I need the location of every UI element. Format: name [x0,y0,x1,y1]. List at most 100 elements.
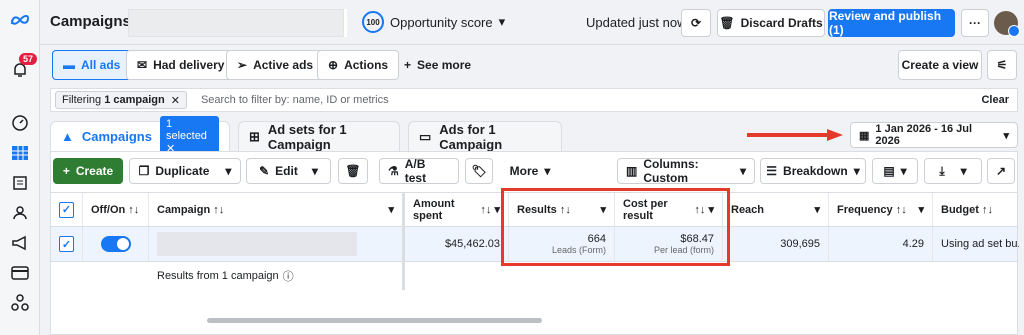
opportunity-score-dropdown[interactable]: 100 Opportunity score ▾ [362,11,505,33]
sort-icon: ↑↓ [981,203,993,216]
tab-ads[interactable]: ▭ Ads for 1 Campaign [408,121,562,152]
envelope-icon: ✉ [137,58,148,72]
delete-button[interactable]: 🗑 [338,158,368,184]
billing-card-icon[interactable] [10,263,30,283]
ellipsis-icon: ··· [969,16,981,30]
discard-drafts-button[interactable]: 🗑 Discard Drafts [717,9,825,37]
divider [344,9,347,37]
highlight-box [501,188,730,266]
chart-button[interactable]: ↗ [987,158,1015,184]
left-navigation: 57 [0,0,40,335]
caret-down-icon: ▾ [388,204,394,216]
refresh-button[interactable]: ⟳ [681,9,711,37]
settings-sliders-button[interactable]: ⚟ [987,50,1017,80]
close-icon[interactable]: ✕ [171,94,180,107]
pencil-icon: ✎ [259,164,270,178]
header-reach[interactable]: Reach ▾ [723,193,829,226]
had-delivery-view[interactable]: ✉ Had delivery [126,50,236,80]
active-ads-view[interactable]: ➢ Active ads [226,50,325,80]
more-options-button[interactable]: ··· [961,9,989,37]
actions-icon: ⊕ [328,58,339,72]
all-ads-view[interactable]: ▬ All ads [52,50,132,80]
calendar-icon: ▦ [859,129,870,142]
see-more-button[interactable]: + See more [394,50,481,80]
clear-button[interactable]: Clear [981,94,1009,106]
horizontal-scrollbar[interactable] [207,318,542,323]
header-budget[interactable]: Budget ↑↓ [933,193,1019,226]
date-range-label: 1 Jan 2026 - 16 Jul 2026 [875,123,973,147]
filter-chip[interactable]: Filtering 1 campaign ✕ [55,91,187,109]
info-icon[interactable]: ⓘ [283,268,294,284]
sort-icon: ↑↓ ▾ [480,204,500,216]
export-button[interactable]: ⤓ ▾ [924,158,982,184]
tab-adsets[interactable]: ⊞ Ad sets for 1 Campaign [238,121,400,152]
edit-button[interactable]: ✎ Edit ▾ [246,158,331,184]
date-range-picker[interactable]: ▦ 1 Jan 2026 - 16 Jul 2026 ▾ [850,122,1018,148]
columns-icon: ▥ [626,164,638,178]
row-checkbox[interactable]: ✓ [59,236,74,252]
tab-adsets-label: Ad sets for 1 Campaign [267,121,347,152]
plus-icon: + [62,164,70,178]
search-input[interactable]: Search to filter by: name, ID or metrics [201,94,982,106]
caret-down-icon: ▾ [900,164,907,178]
audiences-icon[interactable] [10,203,30,223]
header-amount-spent[interactable]: Amount spent ↑↓ ▾ [405,193,509,226]
caret-down-icon: ▾ [918,204,924,216]
tab-campaigns[interactable]: ▲ Campaigns 1 selected ✕ [50,116,230,157]
caret-down-icon: ▾ [498,14,506,29]
row-reach: 309,695 [723,227,829,261]
tag-button[interactable]: 🏷 [465,158,493,184]
create-button[interactable]: + Create [53,158,123,184]
top-bar: Campaigns 100 Opportunity score ▾ Update… [40,0,1024,45]
caret-down-icon: ▾ [544,164,551,178]
create-view-button[interactable]: Create a view [898,50,982,80]
refresh-icon: ⟳ [690,16,702,30]
account-selector[interactable] [128,9,344,37]
row-amount-spent: $45,462.03 [405,227,509,261]
meta-logo-icon[interactable] [10,10,30,30]
row-select-cell: ✓ [51,227,83,261]
edit-label: Edit [275,164,298,178]
trash-icon: 🗑 [345,164,361,178]
campaign-toggle[interactable] [100,236,131,252]
more-button[interactable]: More ▾ [500,158,560,184]
duplicate-button[interactable]: ❐ Duplicate ▾ [129,158,241,184]
opportunity-score-label: Opportunity score [390,14,493,30]
caret-down-icon: ▾ [853,164,860,178]
header-frequency[interactable]: Frequency ↑↓ ▾ [829,193,933,226]
header-campaign[interactable]: Campaign ↑↓ ▾ [149,193,405,226]
review-publish-button[interactable]: Review and publish (1) [828,9,955,37]
actions-label: Actions [344,58,389,72]
notification-count-badge: 57 [19,53,38,65]
columns-button[interactable]: ▥ Columns: Custom ▾ [617,157,755,185]
table-grid-icon[interactable] [10,143,30,163]
tab-campaigns-label: Campaigns [81,129,152,144]
duplicate-icon: ❐ [138,164,150,178]
header-offon[interactable]: Off/On ↑↓ [83,193,149,226]
filter-bar: Filtering 1 campaign ✕ Search to filter … [50,88,1018,112]
business-tools-icon[interactable] [10,293,30,313]
download-icon: ⤓ [939,163,945,178]
sliders-icon: ⚟ [996,58,1008,72]
active-ads-label: Active ads [253,58,314,72]
select-all-checkbox[interactable]: ✓ [59,201,74,218]
view-bar: ▬ All ads ✉ Had delivery ➢ Active ads ⊕ … [40,45,1024,87]
had-delivery-label: Had delivery [153,58,225,72]
dashboard-gauge-icon[interactable] [10,113,30,133]
opportunity-score-ring-icon: 100 [362,11,384,33]
reports-icon[interactable] [10,173,30,193]
breakdown-button[interactable]: ☰ Breakdown ▾ [760,158,866,184]
review-publish-label: Review and publish (1) [829,9,942,37]
ab-test-button[interactable]: ⚗ A/B test [379,157,459,185]
reports-button[interactable]: ▤ ▾ [872,158,918,184]
filter-chip-text: Filtering 1 campaign [62,94,165,106]
caret-down-icon: ▾ [1003,129,1009,142]
avatar[interactable] [994,11,1020,37]
campaign-icon: ▲ [61,129,74,144]
megaphone-icon[interactable] [10,233,30,253]
row-campaign-name[interactable] [149,227,405,261]
discard-drafts-label: Discard Drafts [740,16,823,30]
actions-view[interactable]: ⊕ Actions [317,50,400,80]
ad-icon: ▭ [419,128,432,144]
breakdown-icon: ☰ [766,164,778,178]
